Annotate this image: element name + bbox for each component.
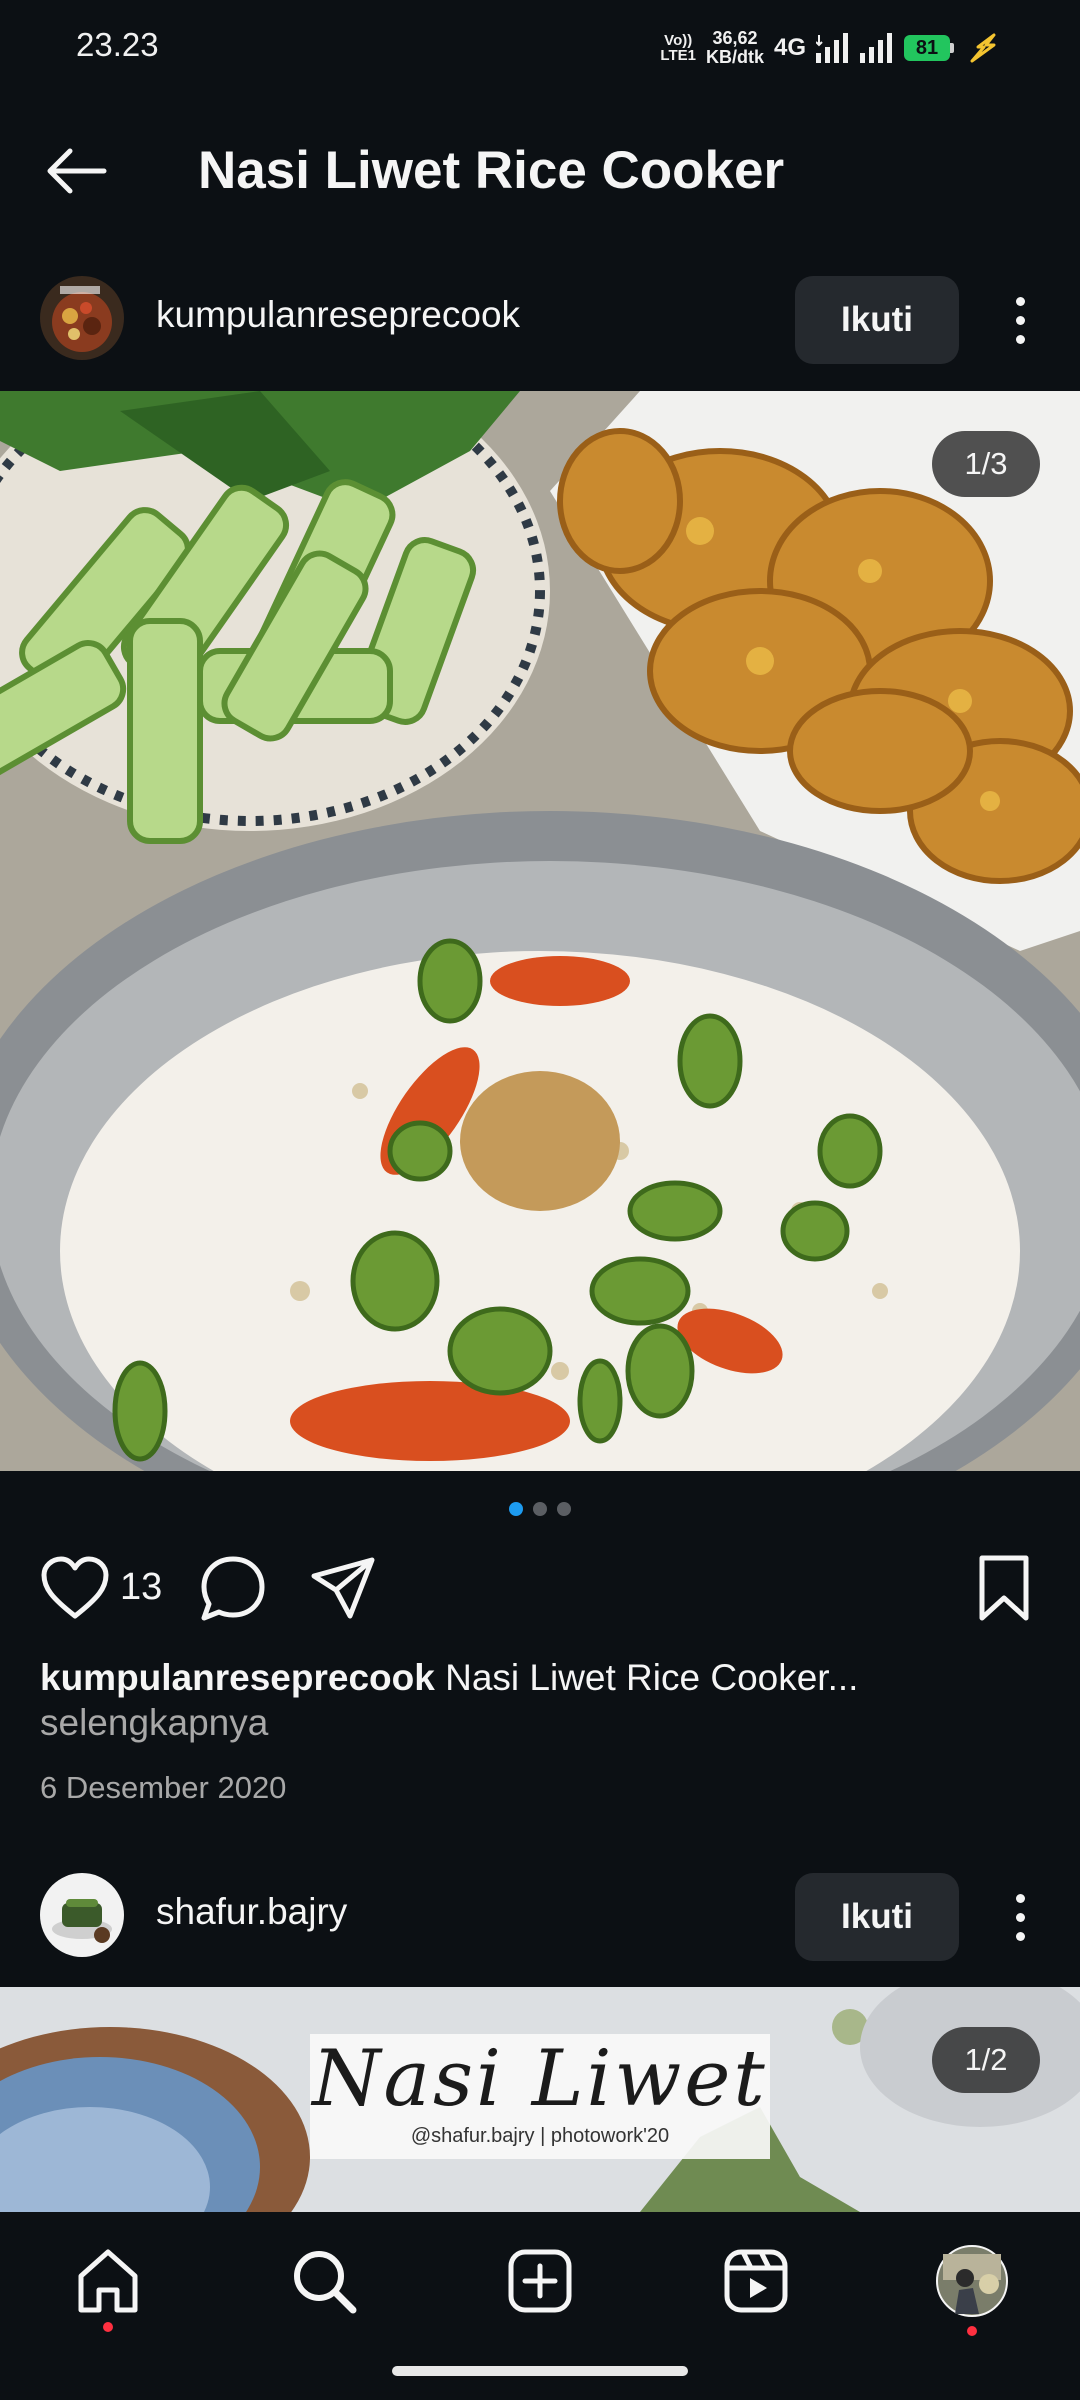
comment-icon	[201, 1556, 265, 1621]
more-options-icon[interactable]	[1000, 1873, 1040, 1961]
nav-reels[interactable]	[711, 2236, 801, 2326]
watermark-title: Nasi Liwet	[312, 2034, 768, 2124]
status-time: 23.23	[76, 26, 159, 63]
network-type: 4G	[773, 34, 806, 61]
notification-dot	[103, 2322, 113, 2332]
carousel-dot	[533, 1502, 547, 1516]
nav-home[interactable]	[63, 2236, 153, 2332]
search-icon	[294, 2251, 357, 2314]
see-more-link[interactable]: selengkapnya	[40, 1702, 268, 1744]
username[interactable]: kumpulanreseprecook	[156, 294, 520, 336]
heart-icon	[41, 1556, 109, 1619]
post-date: 6 Desember 2020	[40, 1770, 287, 1805]
volte-indicator: Vo)) LTE1	[660, 33, 696, 63]
post-image[interactable]: 1/3	[0, 391, 1080, 1471]
create-icon	[508, 2249, 572, 2313]
nav-create[interactable]	[495, 2236, 585, 2326]
watermark-credit: @shafur.bajry | photowork'20	[410, 2125, 670, 2147]
post-header: kumpulanreseprecook Ikuti	[0, 258, 1080, 378]
signal-icon	[816, 33, 848, 63]
status-bar: 23.23 Vo)) LTE1 36,62 KB/dtk 4G 81	[0, 0, 1080, 96]
signal-icon-2	[860, 33, 892, 63]
carousel-indicator	[0, 1502, 1080, 1516]
share-button[interactable]	[308, 1554, 378, 1624]
image-counter: 1/3	[932, 431, 1040, 497]
charging-icon	[970, 33, 996, 63]
username[interactable]: shafur.bajry	[156, 1891, 347, 1933]
more-options-icon[interactable]	[1000, 276, 1040, 364]
nav-search[interactable]	[279, 2236, 369, 2326]
post-header-2: shafur.bajry Ikuti	[0, 1855, 1080, 1975]
status-icons: Vo)) LTE1 36,62 KB/dtk 4G 81	[660, 24, 1004, 72]
caption-username[interactable]: kumpulanreseprecook	[40, 1657, 435, 1698]
nav-profile[interactable]	[927, 2236, 1017, 2336]
post-image-2[interactable]: Nasi Liwet @shafur.bajry | photowork'20 …	[0, 1987, 1080, 2212]
top-bar: Nasi Liwet Rice Cooker	[0, 96, 1080, 246]
network-speed: 36,62 KB/dtk	[706, 29, 764, 67]
profile-avatar	[936, 2245, 1008, 2317]
avatar[interactable]	[40, 1873, 124, 1957]
save-button[interactable]	[974, 1554, 1034, 1624]
carousel-dot-active	[509, 1502, 523, 1516]
speed-unit: KB/dtk	[705, 47, 764, 67]
volte-bottom: LTE1	[660, 47, 696, 64]
battery-icon: 81	[904, 35, 954, 61]
speed-value: 36,62	[712, 28, 758, 48]
reels-icon	[724, 2249, 788, 2313]
notification-dot	[967, 2326, 977, 2336]
follow-button[interactable]: Ikuti	[795, 276, 959, 364]
watermark: Nasi Liwet @shafur.bajry | photowork'20	[310, 2034, 770, 2159]
home-indicator[interactable]	[392, 2366, 688, 2376]
send-icon	[311, 1557, 375, 1619]
arrow-left-icon	[47, 148, 107, 194]
caption: kumpulanreseprecook Nasi Liwet Rice Cook…	[40, 1652, 1040, 1704]
back-button[interactable]	[34, 136, 118, 206]
page-title: Nasi Liwet Rice Cooker	[198, 141, 785, 200]
food-photo	[0, 391, 1080, 1471]
battery-level: 81	[904, 35, 950, 61]
comment-button[interactable]	[198, 1554, 268, 1624]
carousel-dot	[557, 1502, 571, 1516]
like-count[interactable]: 13	[120, 1566, 162, 1609]
like-button[interactable]	[40, 1556, 110, 1622]
volte-top: Vo))	[664, 32, 693, 49]
home-icon	[78, 2249, 138, 2313]
avatar[interactable]	[40, 276, 124, 360]
post-actions: 13	[0, 1548, 1080, 1628]
follow-button[interactable]: Ikuti	[795, 1873, 959, 1961]
bookmark-icon	[979, 1555, 1029, 1621]
image-counter: 1/2	[932, 2027, 1040, 2093]
caption-text: Nasi Liwet Rice Cooker...	[434, 1657, 859, 1698]
